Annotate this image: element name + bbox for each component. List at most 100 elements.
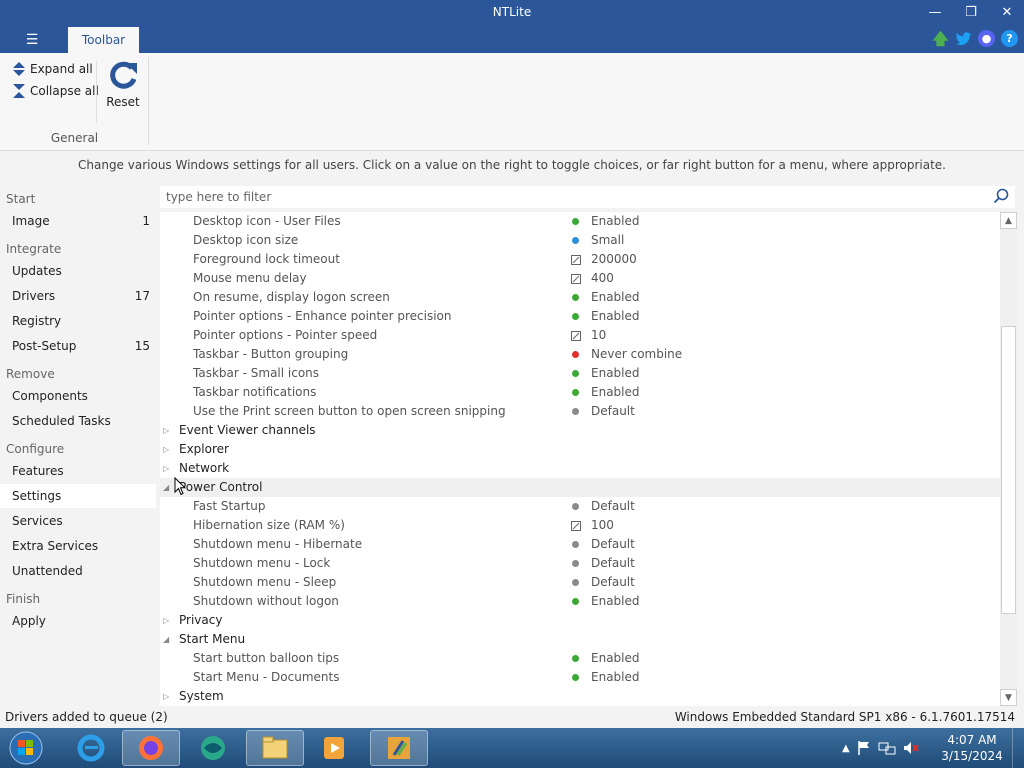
setting-value[interactable]: 10 — [591, 326, 606, 345]
close-button[interactable]: ✕ — [992, 3, 1022, 23]
setting-row[interactable]: Taskbar notifications Enabled — [160, 383, 1000, 402]
sidebar-item-settings[interactable]: Settings — [0, 484, 156, 508]
setting-row[interactable]: Desktop icon size Small — [160, 231, 1000, 250]
setting-row[interactable]: Desktop icon - User Files Enabled — [160, 212, 1000, 231]
settings-tree: Desktop icon - User Files Enabled Deskto… — [160, 212, 1000, 706]
expand-arrow-icon[interactable]: ▷ — [163, 611, 173, 630]
action-center-flag-icon[interactable] — [856, 740, 872, 756]
category-row[interactable]: ▷ Explorer — [160, 440, 1000, 459]
volume-muted-icon[interactable] — [902, 740, 920, 756]
setting-value[interactable]: Enabled — [591, 649, 640, 668]
setting-row[interactable]: Taskbar - Small icons Enabled — [160, 364, 1000, 383]
taskbar-media-button[interactable] — [306, 730, 364, 766]
category-row[interactable]: ▷ System — [160, 687, 1000, 706]
restore-button[interactable]: ❐ — [956, 3, 986, 23]
setting-row[interactable]: Pointer options - Pointer speed 10 — [160, 326, 1000, 345]
discord-icon[interactable]: ● — [978, 30, 995, 47]
setting-value[interactable]: Default — [591, 573, 635, 592]
sidebar-item-drivers[interactable]: Drivers 17 — [0, 284, 156, 308]
setting-value[interactable]: Enabled — [591, 288, 640, 307]
scroll-down-icon[interactable]: ▼ — [1000, 689, 1017, 706]
setting-value[interactable]: Never combine — [591, 345, 682, 364]
expand-arrow-icon[interactable]: ▷ — [163, 421, 173, 440]
vertical-scrollbar[interactable]: ▲ ▼ — [1000, 212, 1017, 706]
setting-value[interactable]: Enabled — [591, 212, 640, 231]
sidebar-item-post-setup[interactable]: Post-Setup 15 — [0, 334, 156, 358]
sidebar-item-components[interactable]: Components — [0, 384, 156, 408]
setting-name: Shutdown menu - Hibernate — [193, 537, 363, 551]
sidebar-item-unattended[interactable]: Unattended — [0, 559, 156, 583]
setting-value[interactable]: Default — [591, 554, 635, 573]
category-row[interactable]: ◢ Power Control — [160, 478, 1000, 497]
setting-row[interactable]: Use the Print screen button to open scre… — [160, 402, 1000, 421]
collapse-all-label: Collapse all — [30, 84, 99, 98]
taskbar-ntlite-button[interactable] — [370, 730, 428, 766]
setting-value[interactable]: Default — [591, 535, 635, 554]
setting-row[interactable]: Mouse menu delay 400 — [160, 269, 1000, 288]
filter-input[interactable] — [166, 188, 986, 206]
setting-row[interactable]: Taskbar - Button grouping Never combine — [160, 345, 1000, 364]
expand-arrow-icon[interactable]: ▷ — [163, 687, 173, 706]
show-desktop-button[interactable] — [1012, 728, 1024, 768]
taskbar-ie-button[interactable] — [62, 730, 120, 766]
taskbar-app-button[interactable] — [184, 730, 242, 766]
menu-icon[interactable]: ☰ — [18, 30, 46, 50]
help-icon[interactable]: ? — [1001, 30, 1018, 47]
taskbar-explorer-button[interactable] — [246, 730, 304, 766]
setting-value[interactable]: Enabled — [591, 668, 640, 687]
minimize-button[interactable]: — — [920, 3, 950, 23]
update-arrow-icon[interactable]: 🡅 — [932, 30, 949, 47]
collapse-arrow-icon[interactable]: ◢ — [163, 478, 173, 497]
setting-value[interactable]: Small — [591, 231, 624, 250]
scroll-thumb[interactable] — [1001, 326, 1016, 614]
setting-value[interactable]: 200000 — [591, 250, 637, 269]
sidebar-item-registry[interactable]: Registry — [0, 309, 156, 333]
setting-row[interactable]: Foreground lock timeout 200000 — [160, 250, 1000, 269]
tab-toolbar[interactable]: Toolbar — [68, 27, 139, 53]
collapse-all-button[interactable]: Collapse all — [12, 83, 99, 99]
start-button[interactable] — [6, 730, 46, 766]
setting-row[interactable]: Start button balloon tips Enabled — [160, 649, 1000, 668]
setting-value[interactable]: Default — [591, 402, 635, 421]
show-hidden-icons-icon[interactable]: ▲ — [842, 743, 850, 754]
setting-value[interactable]: Enabled — [591, 364, 640, 383]
twitter-icon[interactable] — [955, 30, 972, 47]
expand-arrow-icon[interactable]: ▷ — [163, 440, 173, 459]
setting-value[interactable]: Enabled — [591, 307, 640, 326]
setting-row[interactable]: Start Menu - Documents Enabled — [160, 668, 1000, 687]
setting-value[interactable]: Enabled — [591, 592, 640, 611]
sidebar-item-extra-services[interactable]: Extra Services — [0, 534, 156, 558]
sidebar-section-integrate: Integrate — [6, 242, 62, 256]
scroll-up-icon[interactable]: ▲ — [1000, 212, 1017, 229]
sidebar-item-updates[interactable]: Updates — [0, 259, 156, 283]
sidebar-item-image[interactable]: Image 1 — [0, 209, 156, 233]
reset-button[interactable]: Reset — [106, 59, 140, 109]
category-row[interactable]: ◢ Start Menu — [160, 630, 1000, 649]
setting-row[interactable]: Shutdown menu - Hibernate Default — [160, 535, 1000, 554]
taskbar-firefox-button[interactable] — [122, 730, 180, 766]
sidebar-item-services[interactable]: Services — [0, 509, 156, 533]
setting-row[interactable]: Shutdown menu - Lock Default — [160, 554, 1000, 573]
setting-row[interactable]: Hibernation size (RAM %) 100 — [160, 516, 1000, 535]
expand-arrow-icon[interactable]: ▷ — [163, 459, 173, 478]
setting-value[interactable]: 400 — [591, 269, 614, 288]
sidebar-item-features[interactable]: Features — [0, 459, 156, 483]
category-row[interactable]: ▷ Network — [160, 459, 1000, 478]
setting-value[interactable]: Enabled — [591, 383, 640, 402]
sidebar-item-scheduled-tasks[interactable]: Scheduled Tasks — [0, 409, 156, 433]
category-row[interactable]: ▷ Event Viewer channels — [160, 421, 1000, 440]
setting-row[interactable]: Shutdown without logon Enabled — [160, 592, 1000, 611]
category-row[interactable]: ▷ Privacy — [160, 611, 1000, 630]
collapse-arrow-icon[interactable]: ◢ — [163, 630, 173, 649]
setting-value[interactable]: Default — [591, 497, 635, 516]
sidebar-item-apply[interactable]: Apply — [0, 609, 156, 633]
setting-row[interactable]: Fast Startup Default — [160, 497, 1000, 516]
setting-value[interactable]: 100 — [591, 516, 614, 535]
search-icon[interactable] — [993, 188, 1009, 204]
setting-row[interactable]: Shutdown menu - Sleep Default — [160, 573, 1000, 592]
setting-row[interactable]: On resume, display logon screen Enabled — [160, 288, 1000, 307]
network-icon[interactable] — [878, 740, 896, 756]
expand-all-button[interactable]: Expand all — [12, 61, 93, 77]
setting-row[interactable]: Pointer options - Enhance pointer precis… — [160, 307, 1000, 326]
taskbar-clock[interactable]: 4:07 AM 3/15/2024 — [940, 732, 1004, 764]
